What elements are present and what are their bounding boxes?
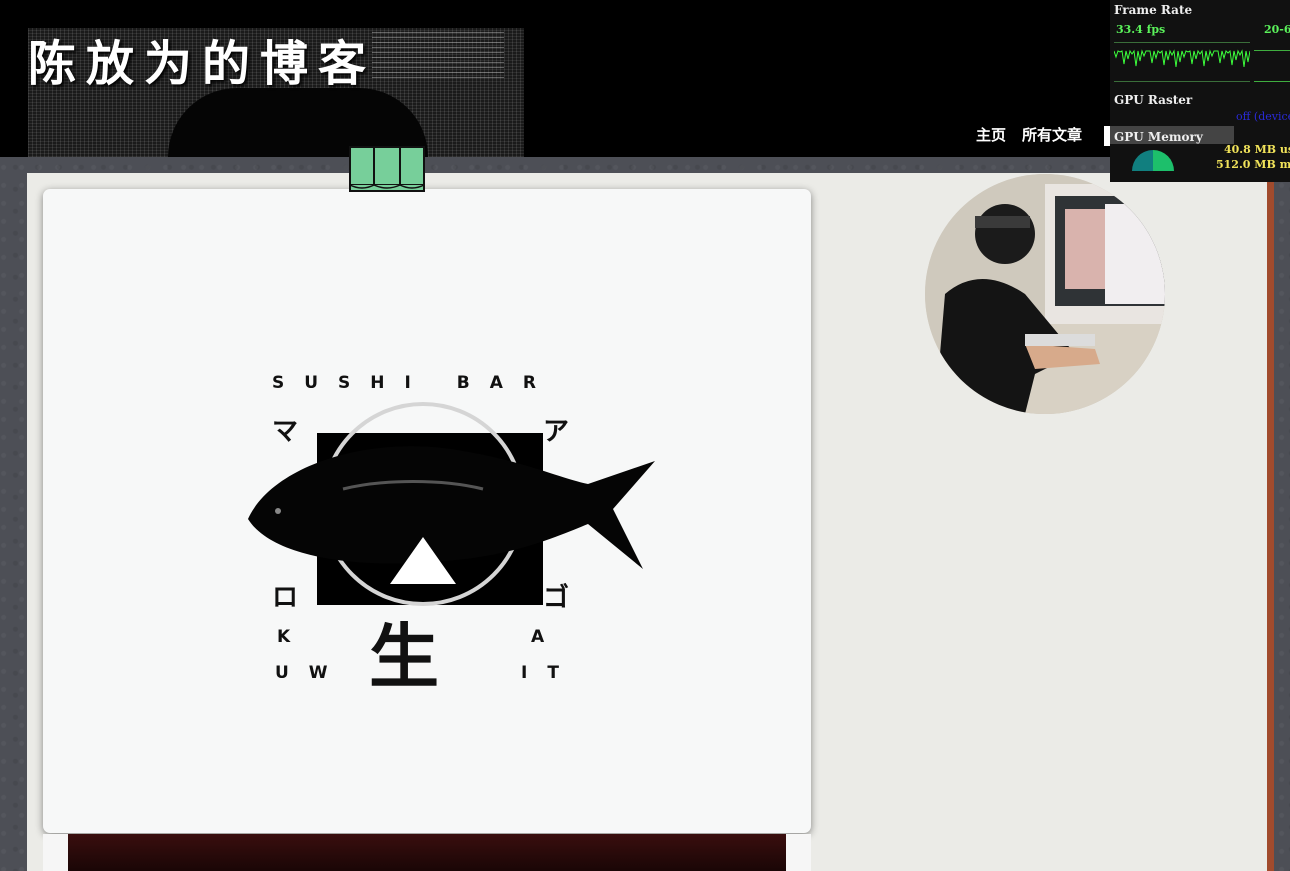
logo-fish-graphic bbox=[248, 402, 655, 606]
gpu-memory-max: 512.0 MB max bbox=[1216, 158, 1290, 171]
gpu-raster-status: off (device bbox=[1236, 110, 1290, 123]
gpu-memory-gauge bbox=[1132, 150, 1174, 171]
logo-letter-k: K bbox=[277, 627, 311, 647]
gpu-memory-label: GPU Memory bbox=[1114, 130, 1203, 144]
gpu-memory-used: 40.8 MB used bbox=[1224, 143, 1290, 156]
fps-range: 20-60 bbox=[1264, 23, 1290, 36]
post-cover-card[interactable]: SUSHI BAR マ ア ロ ゴ K A UW IT 生 bbox=[43, 189, 811, 833]
fps-graph-scale bbox=[1254, 50, 1290, 82]
next-card-edge bbox=[786, 834, 811, 871]
fps-value: 33.4 fps bbox=[1116, 23, 1166, 36]
next-card-edge bbox=[43, 834, 68, 871]
fps-graph bbox=[1114, 42, 1250, 82]
logo-kanji-sei: 生 bbox=[369, 616, 439, 698]
banner-text-texture bbox=[372, 28, 504, 78]
next-post-cover[interactable] bbox=[68, 834, 786, 871]
logo-kana-go: ゴ bbox=[543, 583, 570, 613]
logo-letters-it: IT bbox=[521, 663, 579, 683]
main-nav: 主页 所有文章 bbox=[976, 124, 1082, 145]
right-accent-rule bbox=[1267, 173, 1274, 871]
logo-kana-ro: ロ bbox=[272, 583, 299, 613]
fps-meter-overlay: Frame Rate 33.4 fps 20-60 GPU Raster off… bbox=[1110, 0, 1290, 182]
binder-clip-icon bbox=[349, 146, 425, 192]
gpu-raster-label: GPU Raster bbox=[1114, 93, 1193, 107]
logo-letters-uw: UW bbox=[275, 663, 348, 683]
site-header: 陈放为的博客 主页 所有文章 搜索 bbox=[0, 0, 1290, 157]
nav-item-all-posts[interactable]: 所有文章 bbox=[1022, 124, 1082, 145]
logo-letter-a: A bbox=[531, 627, 565, 647]
site-title[interactable]: 陈放为的博客 bbox=[28, 24, 376, 94]
author-avatar[interactable] bbox=[925, 174, 1165, 414]
nav-item-home[interactable]: 主页 bbox=[976, 124, 1006, 145]
frame-rate-label: Frame Rate bbox=[1114, 3, 1193, 17]
avatar-photo bbox=[925, 174, 1165, 414]
